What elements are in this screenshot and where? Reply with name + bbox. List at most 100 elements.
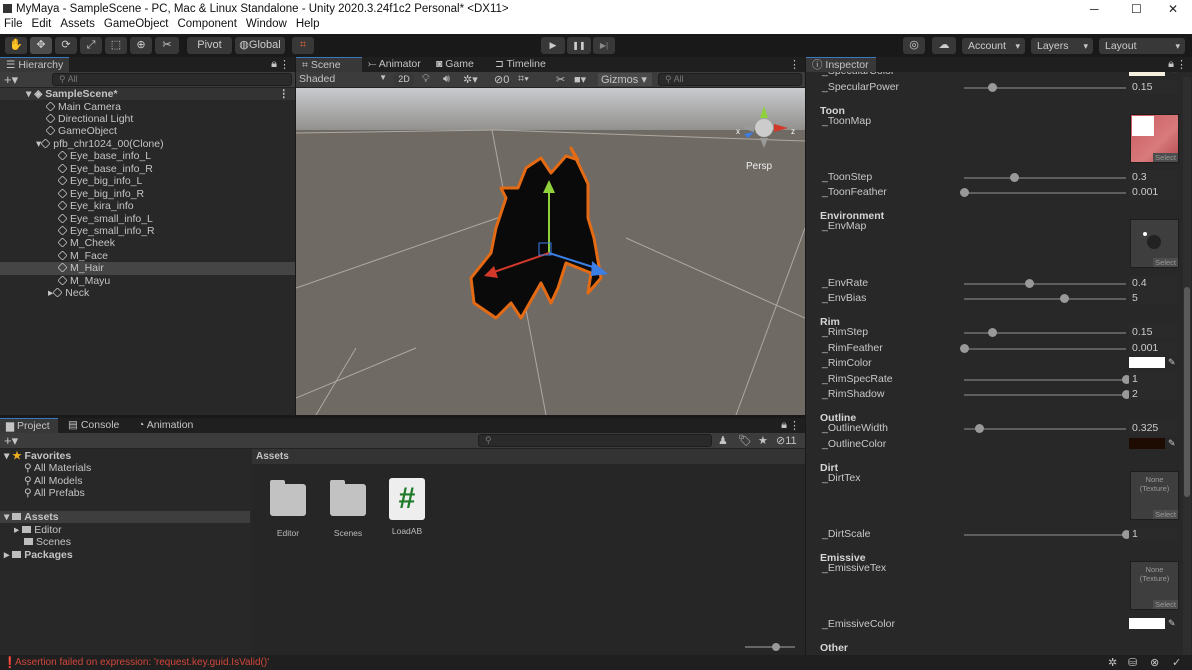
scrollbar-thumb[interactable] <box>1184 287 1190 497</box>
create-button[interactable]: +▾ <box>4 72 18 88</box>
create-button[interactable]: +▾ <box>4 433 18 449</box>
hidden-packages-icon[interactable]: ⊘11 <box>776 434 797 447</box>
hierarchy-item[interactable]: Eye_big_info_L <box>0 175 295 187</box>
grid-icon[interactable]: ⌗▾ <box>518 73 529 86</box>
audio-icon[interactable]: 🔊︎ <box>443 73 450 86</box>
env-map-slot[interactable]: Select <box>1130 219 1179 268</box>
scenes-folder[interactable]: Scenes <box>24 536 71 548</box>
dirt-tex-slot[interactable]: None (Texture) Select <box>1130 471 1179 520</box>
hierarchy-item[interactable]: Eye_small_info_R <box>0 225 295 237</box>
rect-tool-icon[interactable]: ⬚ <box>105 37 127 54</box>
tab-timeline[interactable]: ⊐ Timeline <box>489 57 552 72</box>
scene-search-input[interactable]: ⚲ All <box>658 73 802 86</box>
hierarchy-item[interactable]: ▸ Neck <box>0 287 295 299</box>
rim-feather-slider[interactable] <box>960 344 1126 353</box>
network-icon[interactable]: ⊗ <box>1150 656 1159 669</box>
toon-step-slider[interactable] <box>964 173 1126 182</box>
slider-knob[interactable] <box>1024 279 1034 288</box>
toon-map-slot[interactable]: Select <box>1130 114 1179 163</box>
toon-feather-slider[interactable] <box>960 188 1126 197</box>
more-icon[interactable]: ⋮ <box>789 58 800 71</box>
pivot-toggle[interactable]: Pivot <box>187 37 232 54</box>
rim-spec-rate-slider[interactable] <box>964 375 1131 384</box>
shading-mode-dropdown[interactable]: Shaded ▼ <box>299 73 389 85</box>
slider-knob[interactable] <box>960 344 969 353</box>
hierarchy-item[interactable]: Eye_base_info_L <box>0 150 295 162</box>
hierarchy-item[interactable]: M_Face <box>0 250 295 262</box>
filter-type-icon[interactable]: ♟ <box>718 434 728 447</box>
2d-toggle[interactable]: 2D <box>394 73 414 86</box>
hierarchy-item[interactable]: Main Camera <box>0 101 295 113</box>
favorite-star-icon[interactable]: ★ <box>758 434 768 447</box>
icon-size-slider[interactable] <box>745 643 795 651</box>
slider-knob[interactable] <box>1060 294 1070 303</box>
editor-folder[interactable]: ▸ Editor <box>14 524 62 536</box>
tab-inspector[interactable]: ⓘ Inspector <box>806 57 876 72</box>
asset-scenes-folder[interactable]: Scenes <box>323 480 373 538</box>
effects-icon[interactable]: ✲▾ <box>463 73 478 86</box>
filter-label-icon[interactable]: 🏷︎ <box>738 434 752 447</box>
rim-color-swatch[interactable] <box>1129 357 1165 368</box>
hierarchy-item[interactable]: Eye_kira_info <box>0 200 295 212</box>
lighting-icon[interactable]: 💡︎ <box>422 73 430 86</box>
menu-gameobject[interactable]: GameObject <box>104 18 169 34</box>
hierarchy-item[interactable]: Eye_base_info_R <box>0 163 295 175</box>
transform-tool-icon[interactable]: ⊕ <box>130 37 152 54</box>
rim-shadow-slider[interactable] <box>964 390 1131 399</box>
lock-icon[interactable]: 🔒︎ <box>271 58 277 71</box>
favorite-all-prefabs[interactable]: ⚲ All Prefabs <box>24 487 85 499</box>
hierarchy-item[interactable]: M_Cheek <box>0 237 295 249</box>
slider-knob[interactable] <box>987 328 997 337</box>
favorite-all-materials[interactable]: ⚲ All Materials <box>24 462 91 474</box>
env-bias-slider[interactable] <box>964 294 1126 303</box>
maximize-button[interactable]: ☐ <box>1131 2 1142 16</box>
tools-icon[interactable]: ✂ <box>556 73 565 86</box>
rim-step-slider[interactable] <box>964 328 1126 337</box>
toon-feather-field[interactable]: 0.001 <box>1129 185 1177 199</box>
scale-tool-icon[interactable]: ⤢ <box>80 37 102 54</box>
rotate-tool-icon[interactable]: ⟳ <box>55 37 77 54</box>
tab-animation[interactable]: ◔ Animation <box>132 418 199 433</box>
cache-icon[interactable]: ⛁ <box>1128 656 1137 669</box>
hierarchy-item[interactable]: M_Hair <box>0 262 295 275</box>
tab-project[interactable]: ▆ Project <box>0 418 58 433</box>
specular-power-field[interactable]: 0.15 <box>1129 80 1177 94</box>
tab-scene[interactable]: ⌗ Scene <box>296 57 362 72</box>
slider-knob[interactable] <box>974 424 984 433</box>
rim-feather-field[interactable]: 0.001 <box>1129 341 1177 355</box>
menu-window[interactable]: Window <box>246 18 287 34</box>
env-bias-field[interactable]: 5 <box>1129 291 1177 305</box>
snap-icon[interactable]: ⌗ <box>292 37 314 54</box>
check-icon[interactable]: ✓ <box>1172 656 1181 669</box>
menu-assets[interactable]: Assets <box>60 18 95 34</box>
eyedropper-icon[interactable]: ✎ <box>1168 357 1176 368</box>
slider-knob[interactable] <box>1010 173 1020 182</box>
assets-folder[interactable]: ▾ Assets <box>0 511 250 524</box>
lock-icon[interactable]: 🔒︎ <box>781 419 787 432</box>
close-button[interactable]: ✕ <box>1168 2 1178 16</box>
custom-tool-icon[interactable]: ✂ <box>155 37 179 54</box>
emissive-color-swatch[interactable] <box>1129 618 1165 629</box>
outline-width-field[interactable]: 0.325 <box>1129 421 1177 435</box>
rim-spec-rate-field[interactable]: 1 <box>1129 372 1177 386</box>
slider-knob[interactable] <box>960 188 969 197</box>
select-button[interactable]: Select <box>1153 600 1178 609</box>
hierarchy-item[interactable]: M_Mayu <box>0 275 295 287</box>
hierarchy-item[interactable]: Eye_big_info_R <box>0 188 295 200</box>
more-icon[interactable]: ⋮ <box>789 419 800 432</box>
dirt-scale-slider[interactable] <box>964 530 1131 539</box>
outline-color-swatch[interactable] <box>1129 438 1165 449</box>
env-rate-slider[interactable] <box>964 279 1126 288</box>
error-message[interactable]: Assertion failed on expression: 'request… <box>15 657 269 668</box>
layout-dropdown[interactable]: Layout <box>1099 38 1185 54</box>
hierarchy-search-input[interactable]: ⚲ All <box>52 73 292 86</box>
tab-console[interactable]: ▤ Console <box>62 418 125 433</box>
tab-animator[interactable]: ⤚ Animator <box>362 57 427 72</box>
asset-loadab-script[interactable]: # LoadAB <box>382 478 432 536</box>
hierarchy-item[interactable]: ▾ pfb_chr1024_00(Clone) <box>0 138 295 150</box>
more-icon[interactable]: ⋮ <box>1176 58 1187 71</box>
menu-help[interactable]: Help <box>296 18 320 34</box>
hierarchy-item[interactable]: Directional Light <box>0 113 295 125</box>
emissive-tex-slot[interactable]: None (Texture) Select <box>1130 561 1179 610</box>
move-tool-icon[interactable]: ✥ <box>30 37 52 54</box>
